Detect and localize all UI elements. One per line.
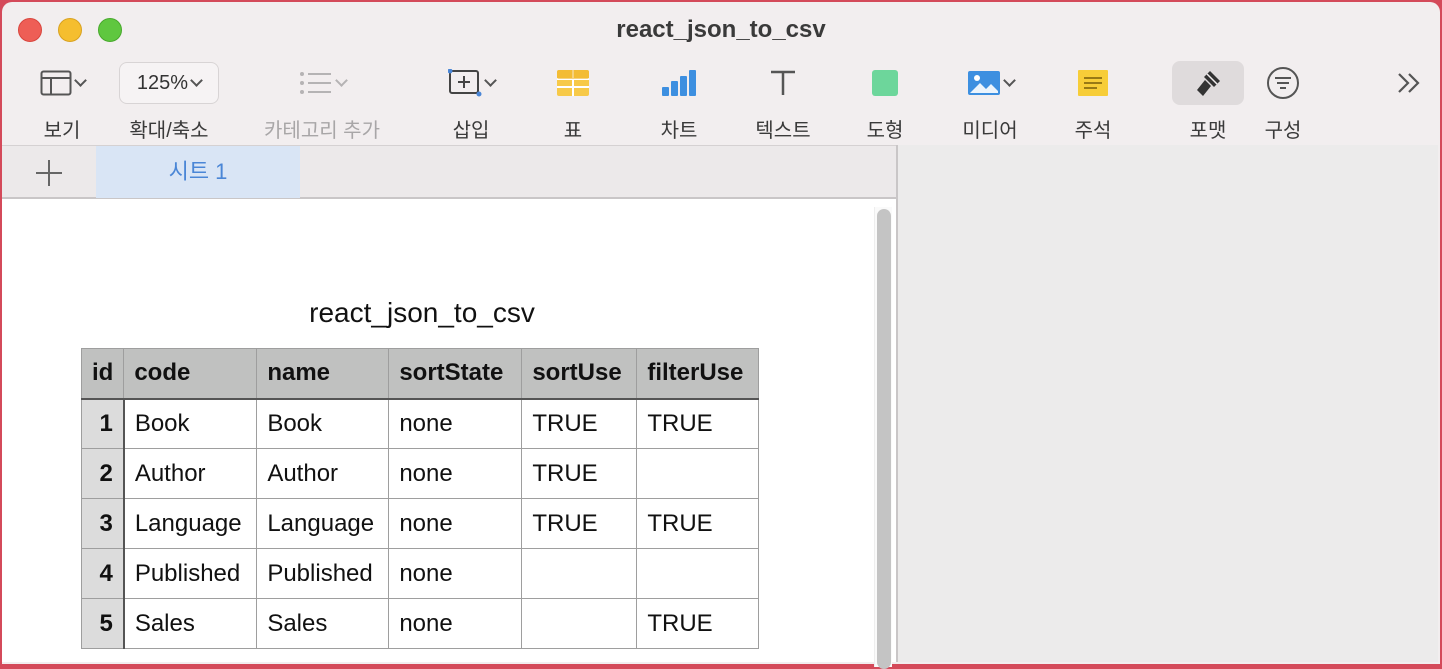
comment-label: 주석 [1074, 120, 1112, 142]
table-row: 5 Sales Sales none TRUE [80, 598, 760, 649]
vertical-scrollbar[interactable] [874, 207, 892, 669]
table-cell[interactable]: Sales [256, 598, 390, 649]
chevron-down-icon [1002, 73, 1016, 87]
table-cell[interactable]: TRUE [521, 398, 638, 449]
view-button[interactable]: 보기 [32, 58, 92, 146]
add-sheet-button[interactable] [36, 160, 62, 186]
row-id-cell[interactable]: 4 [80, 548, 125, 599]
table-cell[interactable]: none [388, 548, 523, 599]
scrollbar-thumb[interactable] [877, 209, 891, 669]
more-toolbar-button[interactable] [1394, 58, 1424, 146]
table-row: 2 Author Author none TRUE [80, 448, 760, 499]
text-label: 텍스트 [755, 120, 811, 142]
shape-icon [872, 70, 898, 96]
format-active-bg [1172, 61, 1244, 105]
table-cell[interactable]: none [388, 448, 523, 499]
table-cell[interactable]: none [388, 498, 523, 549]
row-id-cell[interactable]: 1 [80, 398, 125, 449]
table-header-row: id code name sortState sortUse filterUse [80, 348, 760, 400]
insert-button[interactable]: 삽입 [442, 58, 500, 146]
chart-icon [662, 70, 696, 96]
chevron-down-icon [73, 73, 87, 87]
sheet-tab-bar: 시트 1 [2, 145, 898, 199]
table-cell[interactable] [636, 548, 760, 599]
insert-icon [447, 69, 481, 97]
zoom-label: 확대/축소 [129, 120, 209, 142]
row-id-cell[interactable]: 5 [80, 598, 125, 649]
paintbrush-icon [1197, 71, 1220, 96]
table-cell[interactable]: TRUE [521, 498, 638, 549]
table-cell[interactable]: Published [123, 548, 258, 599]
media-image-icon [967, 71, 1000, 95]
table-cell[interactable] [521, 598, 638, 649]
shape-button[interactable]: 도형 [860, 58, 910, 146]
zoom-control[interactable]: 125% 확대/축소 [118, 58, 220, 146]
chart-label: 차트 [660, 120, 698, 142]
table-cell[interactable] [636, 448, 760, 499]
table-cell[interactable]: Author [123, 448, 258, 499]
table-cell[interactable]: TRUE [636, 498, 760, 549]
table-cell[interactable] [521, 548, 638, 599]
zoom-value: 125% [136, 71, 189, 94]
table-button[interactable]: 표 [548, 58, 598, 146]
data-table[interactable]: id code name sortState sortUse filterUse… [80, 348, 760, 649]
tab-sheet-1[interactable]: 시트 1 [96, 146, 300, 198]
table-cell[interactable]: none [388, 598, 523, 649]
format-sidebar [898, 145, 1438, 662]
shape-label: 도형 [866, 120, 904, 142]
table-cell[interactable]: Published [256, 548, 390, 599]
text-button[interactable]: 텍스트 [755, 58, 811, 146]
add-category-button[interactable]: 카테고리 추가 [264, 58, 380, 146]
sheet-area: 시트 1 react_json_to_csv id code name sort… [2, 145, 898, 669]
organize-button[interactable]: 구성 [1258, 58, 1308, 146]
insert-label: 삽입 [452, 120, 490, 142]
chevron-down-icon [190, 73, 203, 87]
organize-filter-icon [1267, 67, 1299, 99]
column-header[interactable]: sortUse [521, 348, 638, 400]
table-cell[interactable]: Language [256, 498, 390, 549]
media-button[interactable]: 미디어 [960, 58, 1020, 146]
table-row: 3 Language Language none TRUE TRUE [80, 498, 760, 549]
table-cell[interactable]: Book [123, 398, 258, 449]
sheet-canvas[interactable]: react_json_to_csv id code name sortState… [2, 199, 898, 669]
chevron-down-icon [483, 73, 497, 87]
organize-label: 구성 [1264, 120, 1302, 142]
table-cell[interactable]: Sales [123, 598, 258, 649]
view-icon [40, 70, 71, 96]
column-header[interactable]: id [80, 348, 125, 400]
table-cell[interactable]: TRUE [636, 398, 760, 449]
column-header[interactable]: filterUse [636, 348, 760, 400]
comment-button[interactable]: 주석 [1068, 58, 1118, 146]
table-label: 표 [563, 120, 583, 142]
media-label: 미디어 [962, 120, 1018, 142]
column-header[interactable]: code [123, 348, 258, 400]
table-cell[interactable]: Author [256, 448, 390, 499]
table-cell[interactable]: Book [256, 398, 390, 449]
double-chevron-right-icon [1398, 73, 1420, 93]
add-category-label: 카테고리 추가 [264, 120, 380, 142]
table-cell[interactable]: TRUE [636, 598, 760, 649]
column-header[interactable]: sortState [388, 348, 523, 400]
column-header[interactable]: name [256, 348, 390, 400]
chevron-down-icon [334, 73, 348, 87]
category-list-icon [299, 72, 331, 94]
table-title[interactable]: react_json_to_csv [82, 297, 762, 329]
row-id-cell[interactable]: 3 [80, 498, 125, 549]
table-cell[interactable]: TRUE [521, 448, 638, 499]
chart-button[interactable]: 차트 [654, 58, 704, 146]
table-icon [557, 70, 589, 96]
table-row: 4 Published Published none [80, 548, 760, 599]
title-bar: react_json_to_csv [2, 2, 1440, 58]
table-cell[interactable]: none [388, 398, 523, 449]
comment-note-icon [1078, 70, 1108, 96]
text-icon [771, 70, 795, 95]
toolbar: 보기 125% 확대/축소 카테고리 추가 삽입 표 차트 텍스트 도형 미디어… [2, 58, 1440, 146]
window-title: react_json_to_csv [616, 16, 826, 43]
table-row: 1 Book Book none TRUE TRUE [80, 398, 760, 449]
row-id-cell[interactable]: 2 [80, 448, 125, 499]
table-cell[interactable]: Language [123, 498, 258, 549]
zoom-select[interactable]: 125% [119, 62, 219, 104]
